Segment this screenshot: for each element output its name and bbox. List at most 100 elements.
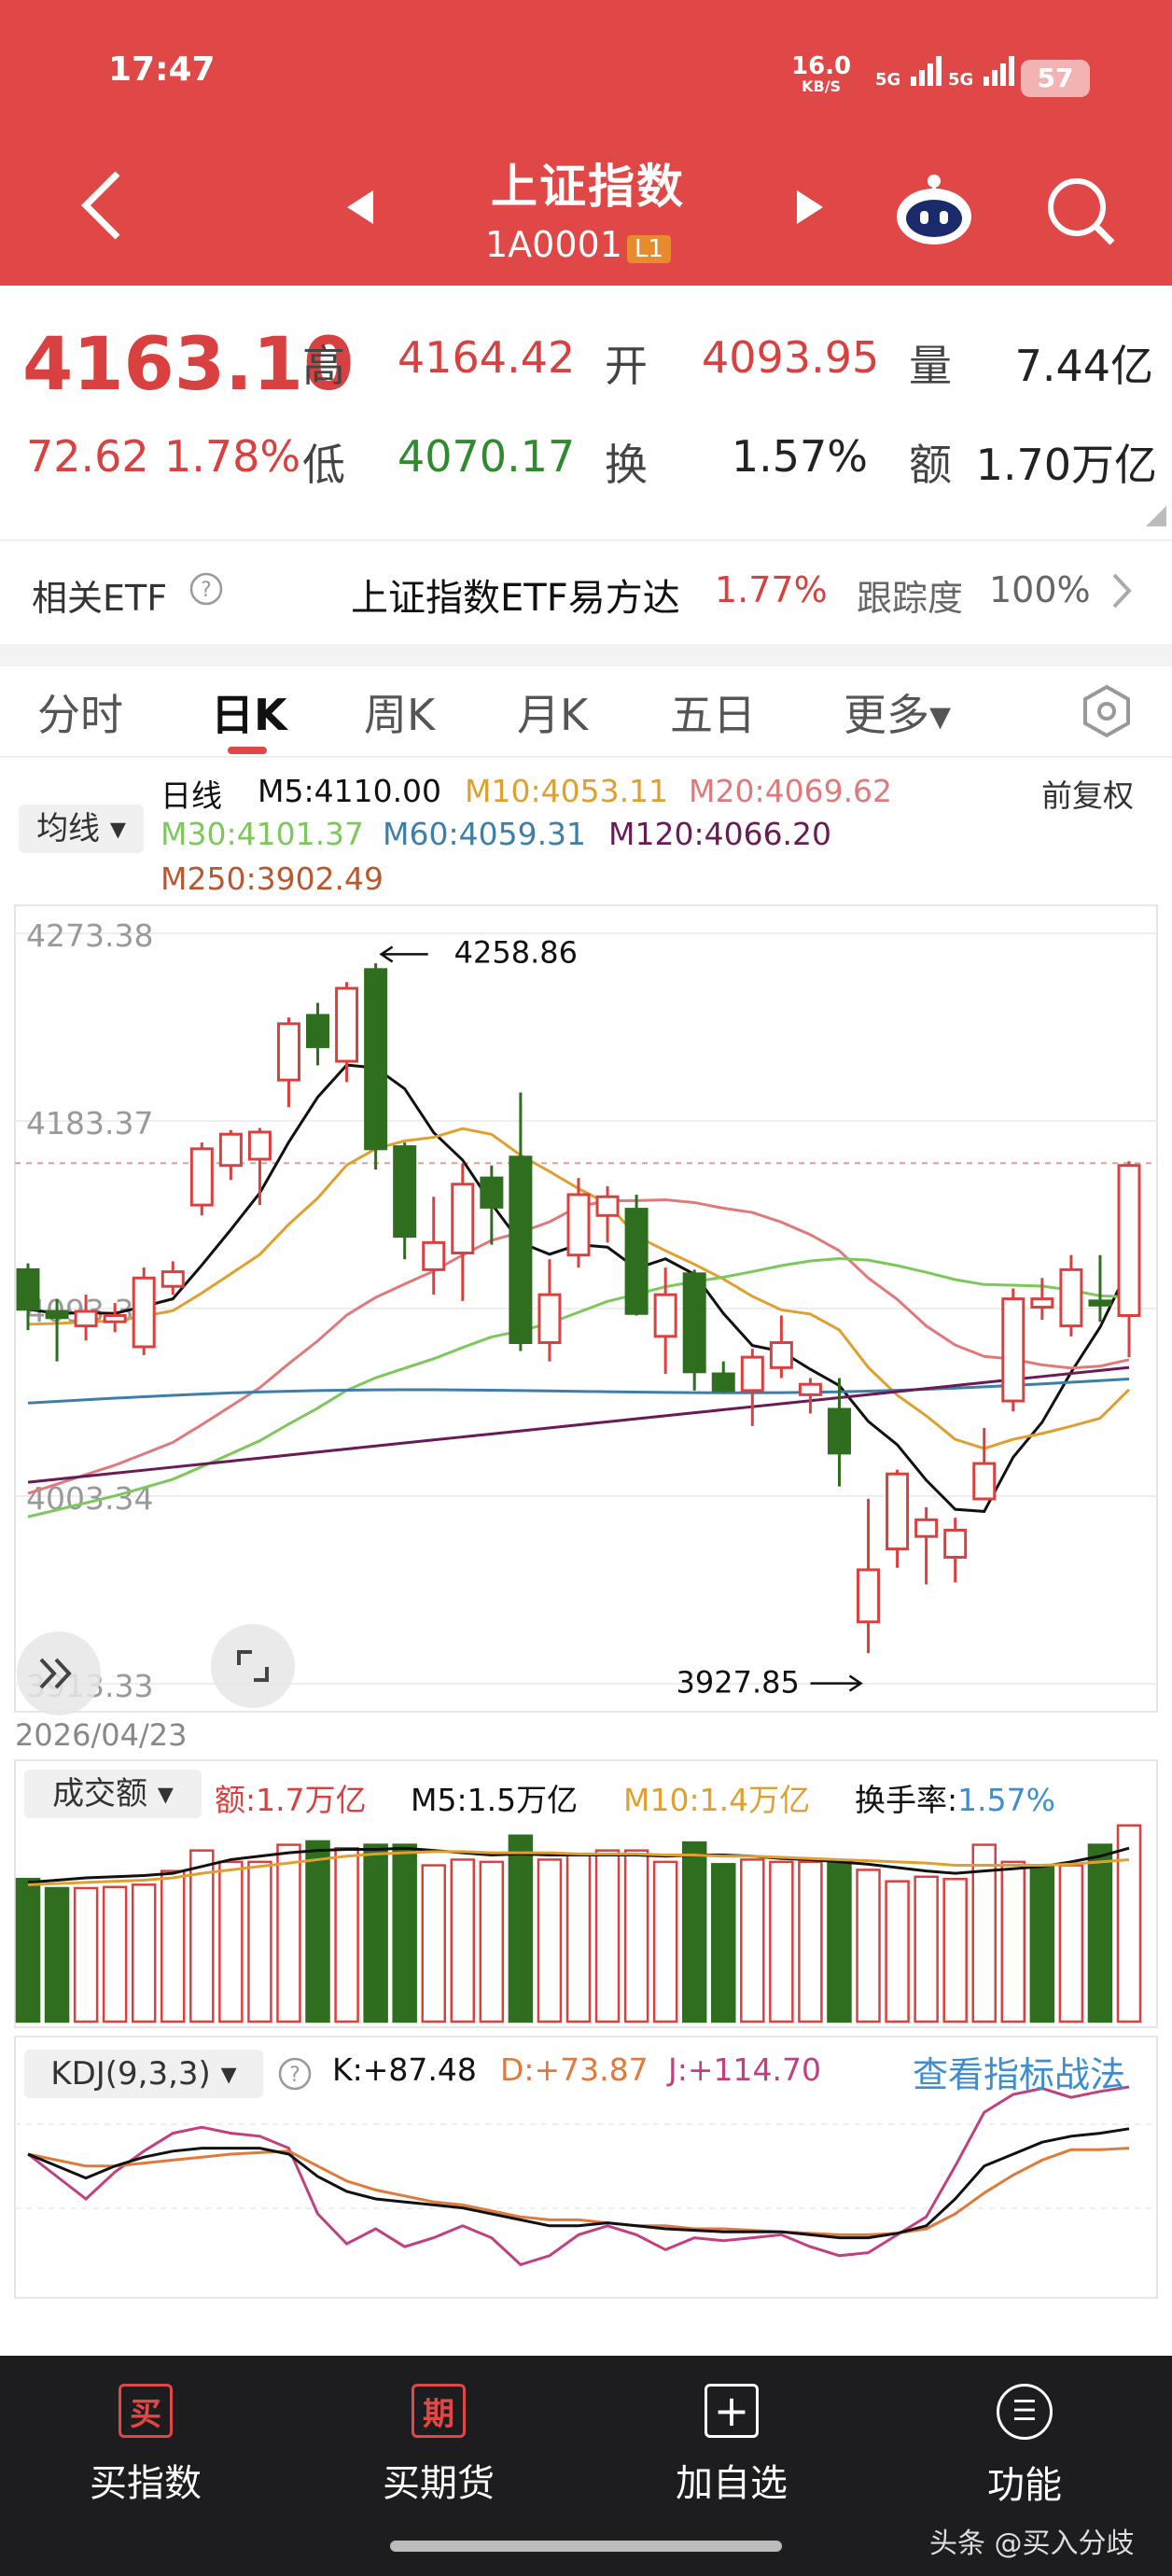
candle-body bbox=[1059, 1267, 1083, 1328]
etf-pct: 1.77% bbox=[715, 569, 828, 610]
candle-body bbox=[132, 1276, 156, 1349]
settings-hexagon-icon[interactable] bbox=[1079, 683, 1135, 739]
open-value: 4093.95 bbox=[702, 332, 880, 383]
kdj-selector[interactable]: KDJ(9,3,3) ▾ bbox=[24, 2050, 263, 2098]
status-time: 17:47 bbox=[108, 50, 216, 89]
tab-timeshare[interactable]: 分时 bbox=[37, 681, 123, 743]
menu-icon: ☰ bbox=[997, 2384, 1053, 2440]
candle-body bbox=[624, 1208, 649, 1315]
tab-weekly-k[interactable]: 周K bbox=[364, 681, 435, 743]
candle-body bbox=[769, 1341, 793, 1369]
volume-value: 7.44亿 bbox=[1014, 341, 1153, 391]
question-circle-icon[interactable]: ? bbox=[276, 2055, 314, 2093]
nav-functions[interactable]: ☰ 功能 bbox=[959, 2384, 1090, 2509]
related-etf-row[interactable]: 相关ETF ? 上证指数ETF易方达 1.77% 跟踪度 100% bbox=[0, 541, 1172, 644]
nav-label: 加自选 bbox=[676, 2462, 788, 2505]
signal-1-icon: 5G bbox=[875, 52, 944, 90]
volume-amount: 额:1.7万亿 bbox=[215, 1782, 367, 1818]
nav-buy-index[interactable]: 买 买指数 bbox=[80, 2384, 211, 2507]
candle-body bbox=[857, 1568, 881, 1624]
candle-body bbox=[1117, 1164, 1141, 1317]
period-label: 日线 bbox=[160, 777, 222, 814]
search-button[interactable] bbox=[1043, 174, 1118, 252]
kdj-j-line bbox=[27, 2085, 1130, 2267]
volume-bar bbox=[276, 1843, 301, 2023]
candle-body bbox=[711, 1372, 735, 1393]
volume-bar bbox=[856, 1869, 881, 2023]
nav-add-watchlist[interactable]: + 加自选 bbox=[666, 2384, 797, 2507]
volume-selector[interactable]: 成交额 ▾ bbox=[24, 1770, 202, 1818]
candle-body bbox=[943, 1528, 968, 1560]
search-icon bbox=[1048, 178, 1115, 245]
add-watchlist-icon: + bbox=[705, 2384, 759, 2438]
prev-stock-button[interactable] bbox=[347, 190, 375, 228]
next-stock-button[interactable] bbox=[795, 190, 823, 228]
candle-body bbox=[393, 1145, 417, 1239]
turnover-rate-text: 换手率: bbox=[855, 1782, 958, 1818]
corner-expand-icon[interactable] bbox=[1146, 506, 1166, 526]
triangle-left-icon bbox=[347, 190, 373, 224]
ma5-label: M5:4110.00 bbox=[258, 773, 442, 809]
svg-text:?: ? bbox=[201, 579, 212, 602]
stock-code-text: 1A0001 bbox=[485, 224, 622, 265]
volume-bar bbox=[102, 1885, 128, 2023]
candle-body bbox=[189, 1147, 214, 1207]
tab-monthly-k[interactable]: 月K bbox=[517, 681, 588, 743]
kline-chart[interactable]: 4273.384183.374093.354003.343913.334258.… bbox=[0, 902, 1172, 2339]
candle-body bbox=[480, 1176, 504, 1209]
volume-bar bbox=[131, 1883, 157, 2023]
ma-selector[interactable]: 均线 ▾ bbox=[19, 805, 144, 853]
page-title: 上证指数 bbox=[491, 160, 685, 214]
candle-body bbox=[595, 1195, 620, 1217]
volume-bar bbox=[827, 1860, 852, 2023]
high-label: 高 bbox=[302, 341, 345, 391]
low-annotation: 3927.85 bbox=[677, 1665, 800, 1701]
nav-label: 买指数 bbox=[90, 2462, 202, 2505]
tab-five-day[interactable]: 五日 bbox=[670, 681, 756, 743]
adjust-label[interactable]: 前复权 bbox=[1041, 771, 1134, 816]
track-value: 100% bbox=[989, 569, 1091, 610]
kdj-k-line bbox=[27, 2127, 1130, 2240]
volume-bar bbox=[1058, 1864, 1084, 2023]
expand-chart-button[interactable] bbox=[17, 1631, 101, 1715]
indicator-guide-link[interactable]: 查看指标战法 bbox=[913, 2046, 1125, 2097]
price-change: 72.62 bbox=[26, 431, 149, 482]
candle-body bbox=[335, 987, 359, 1063]
robot-assistant-button[interactable] bbox=[892, 168, 976, 256]
tab-more[interactable]: 更多▾ bbox=[844, 681, 951, 743]
amount-value: 1.70万亿 bbox=[975, 440, 1157, 490]
question-circle-icon[interactable]: ? bbox=[188, 571, 224, 607]
home-indicator[interactable] bbox=[390, 2541, 782, 2552]
tab-daily-k[interactable]: 日K bbox=[211, 681, 287, 743]
fullscreen-button[interactable] bbox=[211, 1624, 295, 1708]
bottom-nav: 买 买指数 期 买期货 + 加自选 ☰ 功能 头条 @买入分歧 bbox=[0, 2356, 1172, 2576]
volume-m10: M10:1.4万亿 bbox=[623, 1782, 811, 1818]
candle-body bbox=[451, 1183, 475, 1255]
ma20-label: M20:4069.62 bbox=[689, 773, 893, 809]
low-label: 低 bbox=[302, 440, 345, 490]
volume-bar bbox=[479, 1860, 505, 2023]
volume-bar bbox=[914, 1875, 939, 2023]
back-button[interactable] bbox=[78, 168, 125, 246]
date-label: 2026/04/23 bbox=[15, 1717, 187, 1753]
ma120-line bbox=[27, 1365, 1130, 1484]
battery-icon: 57 bbox=[1021, 60, 1090, 97]
candle-body bbox=[218, 1132, 243, 1168]
volume-bar bbox=[189, 1849, 215, 2023]
volume-bar bbox=[421, 1864, 446, 2023]
stock-code: 1A0001 L1 bbox=[485, 224, 672, 265]
kdj-k: K:+87.48 bbox=[332, 2051, 477, 2088]
ma10-label: M10:4053.11 bbox=[465, 773, 669, 809]
signal-bars-icon bbox=[910, 56, 942, 86]
volume-bar bbox=[565, 1853, 592, 2023]
open-label: 开 bbox=[605, 341, 648, 391]
volume-bar bbox=[769, 1860, 794, 2023]
nav-label: 功能 bbox=[987, 2464, 1062, 2507]
volume-bar bbox=[711, 1863, 736, 2023]
nav-buy-futures[interactable]: 期 买期货 bbox=[373, 2384, 504, 2507]
signal-1-label: 5G bbox=[875, 70, 901, 90]
etf-name: 上证指数ETF易方达 bbox=[351, 577, 680, 620]
robot-icon bbox=[897, 175, 971, 245]
volume-bar bbox=[594, 1849, 621, 2023]
y-tick-label: 4183.37 bbox=[26, 1105, 153, 1141]
